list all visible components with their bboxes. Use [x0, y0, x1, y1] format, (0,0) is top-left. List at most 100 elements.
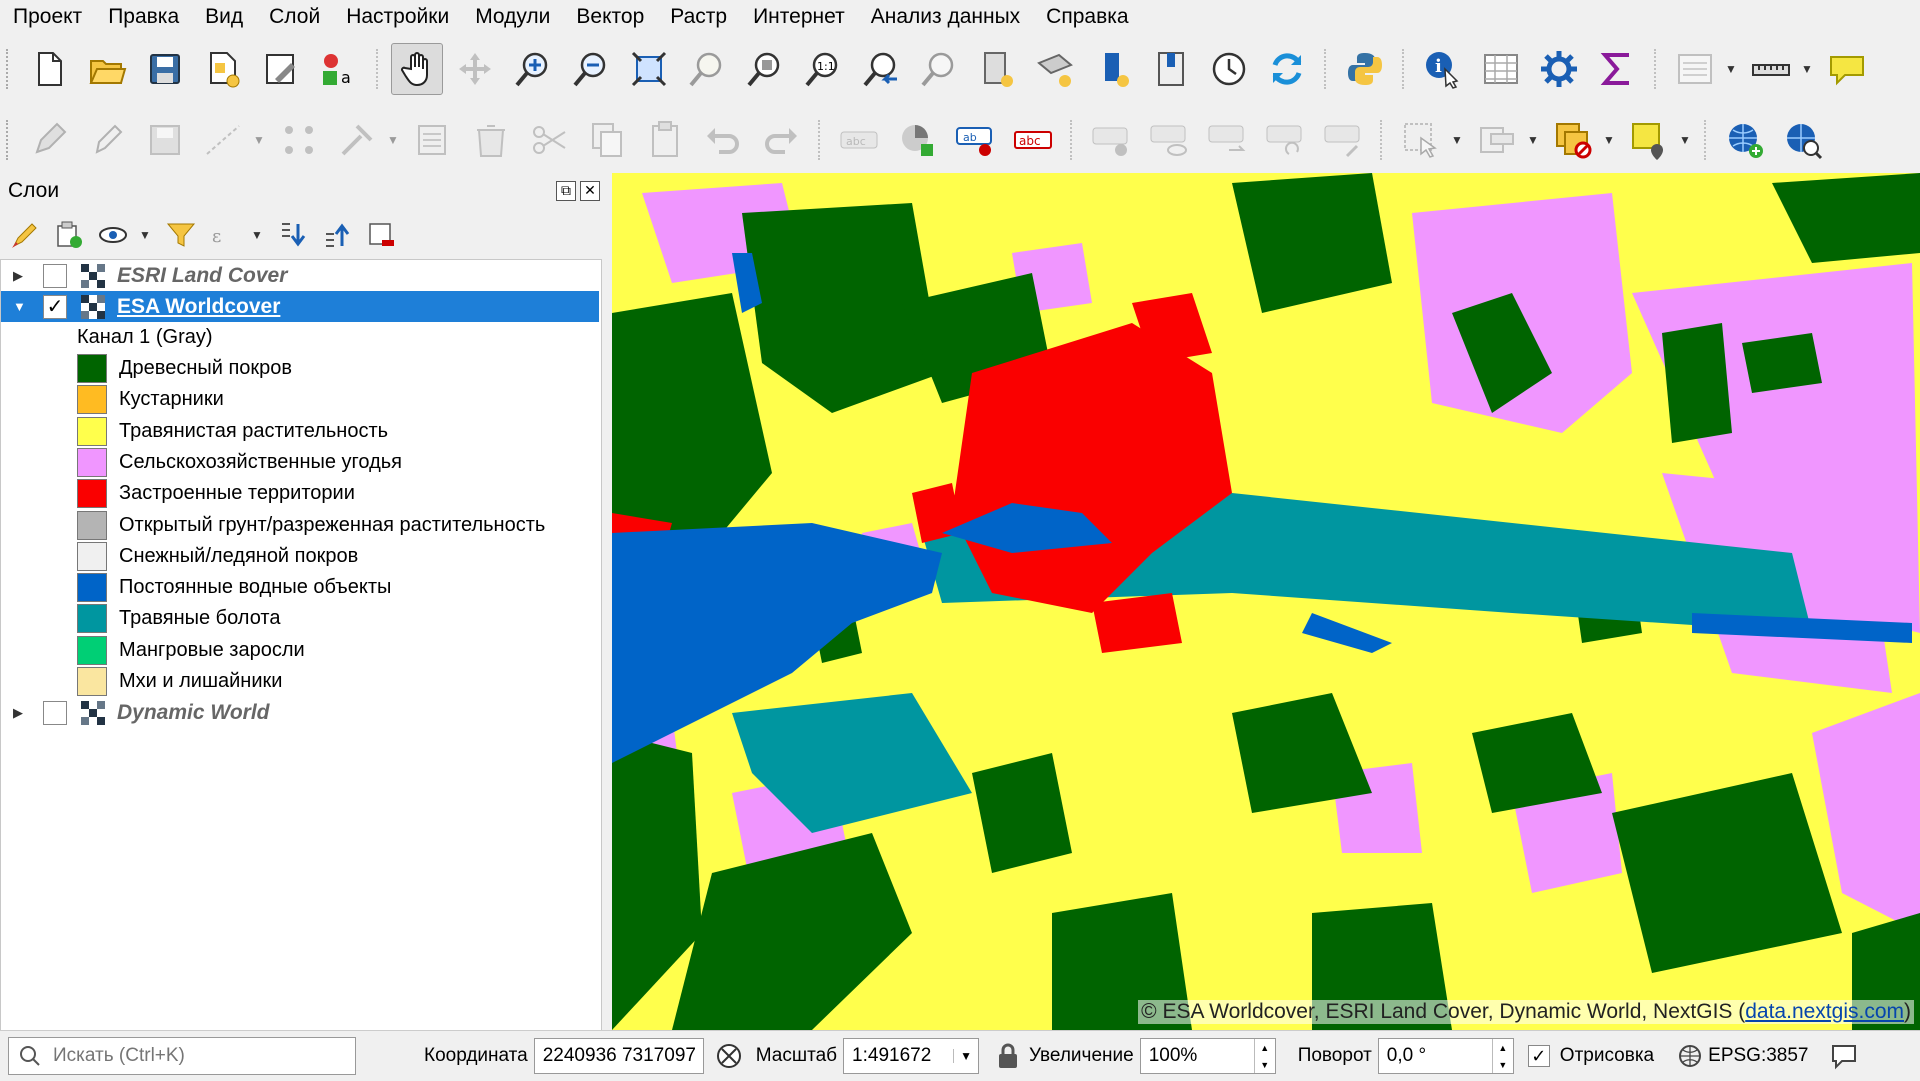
zoom-native-button[interactable]: 1:1: [797, 43, 849, 95]
messages-icon[interactable]: [1830, 1042, 1858, 1070]
layer-row-esri[interactable]: ▶ ESRI Land Cover: [1, 260, 599, 291]
menu-item-1[interactable]: Правка: [95, 0, 192, 34]
deselect-button[interactable]: [1547, 114, 1599, 166]
open-styling-button[interactable]: [6, 216, 44, 254]
paste-features-button[interactable]: [639, 114, 691, 166]
pan-button[interactable]: [391, 43, 443, 95]
menu-item-8[interactable]: Интернет: [740, 0, 858, 34]
print-layout-button[interactable]: [197, 43, 249, 95]
zoom-selection-button[interactable]: [681, 43, 733, 95]
filter-expression-button[interactable]: ε: [206, 216, 244, 254]
menu-item-6[interactable]: Вектор: [563, 0, 657, 34]
vertex-tool-button[interactable]: [273, 114, 325, 166]
spin-buttons[interactable]: ▲ ▼: [1491, 1039, 1513, 1073]
attribution-link[interactable]: data.nextgis.com: [1745, 1000, 1904, 1023]
temporal-controller-button[interactable]: [1203, 43, 1255, 95]
expand-arrow-icon[interactable]: ▶: [13, 705, 27, 721]
identify-button[interactable]: i: [1417, 43, 1469, 95]
measure-button[interactable]: [1745, 43, 1797, 95]
menu-item-9[interactable]: Анализ данных: [858, 0, 1033, 34]
search-input[interactable]: [51, 1044, 345, 1068]
remove-layer-button[interactable]: [362, 216, 400, 254]
expand-arrow-icon[interactable]: ▶: [13, 268, 27, 284]
select-location-button[interactable]: [1623, 114, 1675, 166]
menu-item-0[interactable]: Проект: [0, 0, 95, 34]
temporal-bookmark-button[interactable]: [1087, 43, 1139, 95]
show-pinned-labels-button[interactable]: [1085, 114, 1137, 166]
label-pin-button[interactable]: ab: [949, 114, 1001, 166]
pan-to-selection-button[interactable]: [449, 43, 501, 95]
digitize-dropdown[interactable]: ▼: [252, 115, 266, 165]
add-group-button[interactable]: [50, 216, 88, 254]
coordinate-field[interactable]: 2240936 7317097: [533, 1038, 704, 1074]
menu-item-3[interactable]: Слой: [256, 0, 333, 34]
layer-checkbox-esa[interactable]: ✓: [43, 294, 67, 319]
render-checkbox[interactable]: ✓: [1527, 1045, 1550, 1067]
expression-dropdown[interactable]: ▼: [250, 210, 264, 260]
scale-combo[interactable]: 1:491672 ▼: [843, 1038, 980, 1074]
python-console-button[interactable]: [1339, 43, 1391, 95]
edit-attributes-button[interactable]: [407, 114, 459, 166]
deselect-dropdown[interactable]: ▼: [1602, 115, 1616, 165]
locator-search[interactable]: [8, 1037, 356, 1075]
zoom-out-button[interactable]: [565, 43, 617, 95]
crs-globe-icon[interactable]: [1678, 1044, 1702, 1068]
layer-tree[interactable]: ▶ ESRI Land Cover ▼ ✓ ESA Worldcover Кан…: [0, 259, 602, 1032]
select-by-value-button[interactable]: [1471, 114, 1523, 166]
toolbar-grip[interactable]: [6, 49, 14, 89]
map-canvas[interactable]: © ESA Worldcover, ESRI Land Cover, Dynam…: [612, 173, 1920, 1030]
layer-row-dynamic-world[interactable]: ▶ Dynamic World: [1, 697, 599, 728]
collapse-all-button[interactable]: [318, 216, 356, 254]
copy-features-button[interactable]: [581, 114, 633, 166]
magnifier-spinbox[interactable]: 100% ▲ ▼: [1139, 1038, 1276, 1074]
diagram-tool-button[interactable]: [891, 114, 943, 166]
modify-dropdown[interactable]: ▼: [386, 115, 400, 165]
statistics-button[interactable]: [1591, 43, 1643, 95]
move-label-button[interactable]: [1201, 114, 1253, 166]
zoom-in-button[interactable]: [507, 43, 559, 95]
float-panel-button[interactable]: ⧉: [556, 181, 576, 201]
search-wms-button[interactable]: [1777, 114, 1829, 166]
menu-item-5[interactable]: Модули: [462, 0, 563, 34]
zoom-layer-button[interactable]: [739, 43, 791, 95]
show-hide-labels-button[interactable]: [1143, 114, 1195, 166]
select-features-button[interactable]: [1395, 114, 1447, 166]
layout-manager-button[interactable]: [255, 43, 307, 95]
rotate-label-button[interactable]: [1259, 114, 1311, 166]
menu-item-10[interactable]: Справка: [1033, 0, 1141, 34]
measure-dropdown[interactable]: ▼: [1800, 44, 1814, 94]
add-wms-button[interactable]: [1719, 114, 1771, 166]
style-manager-button[interactable]: a: [313, 43, 365, 95]
visibility-dropdown[interactable]: ▼: [138, 210, 152, 260]
label-highlight-button[interactable]: abc: [1007, 114, 1059, 166]
layer-checkbox-esri[interactable]: [43, 263, 67, 288]
layer-row-esa[interactable]: ▼ ✓ ESA Worldcover: [1, 291, 599, 322]
zoom-next-button[interactable]: [913, 43, 965, 95]
open-project-button[interactable]: [81, 43, 133, 95]
manage-visibility-button[interactable]: [94, 216, 132, 254]
zoom-full-button[interactable]: [623, 43, 675, 95]
change-label-button[interactable]: [1317, 114, 1369, 166]
map-tips-button[interactable]: [1821, 43, 1873, 95]
text-annotation-button[interactable]: [1669, 43, 1721, 95]
close-panel-button[interactable]: ✕: [580, 181, 600, 201]
zoom-last-button[interactable]: [855, 43, 907, 95]
new-project-button[interactable]: [23, 43, 75, 95]
delete-selected-button[interactable]: [465, 114, 517, 166]
processing-toolbox-button[interactable]: [1533, 43, 1585, 95]
collapse-arrow-icon[interactable]: ▼: [13, 299, 27, 314]
lock-icon[interactable]: [997, 1043, 1019, 1069]
toggle-editing-button[interactable]: [81, 114, 133, 166]
new-bookmark-button[interactable]: [971, 43, 1023, 95]
bookmark-manager-button[interactable]: [1145, 43, 1197, 95]
select-location-dropdown[interactable]: ▼: [1678, 115, 1692, 165]
save-edits-button[interactable]: [139, 114, 191, 166]
label-tool-button[interactable]: abc: [833, 114, 885, 166]
show-bookmarks-button[interactable]: [1029, 43, 1081, 95]
toggle-extents-icon[interactable]: [714, 1041, 744, 1071]
cut-features-button[interactable]: [523, 114, 575, 166]
annotation-dropdown[interactable]: ▼: [1724, 44, 1738, 94]
toolbar-grip-2[interactable]: [6, 120, 14, 160]
save-project-button[interactable]: [139, 43, 191, 95]
modify-attributes-button[interactable]: [331, 114, 383, 166]
